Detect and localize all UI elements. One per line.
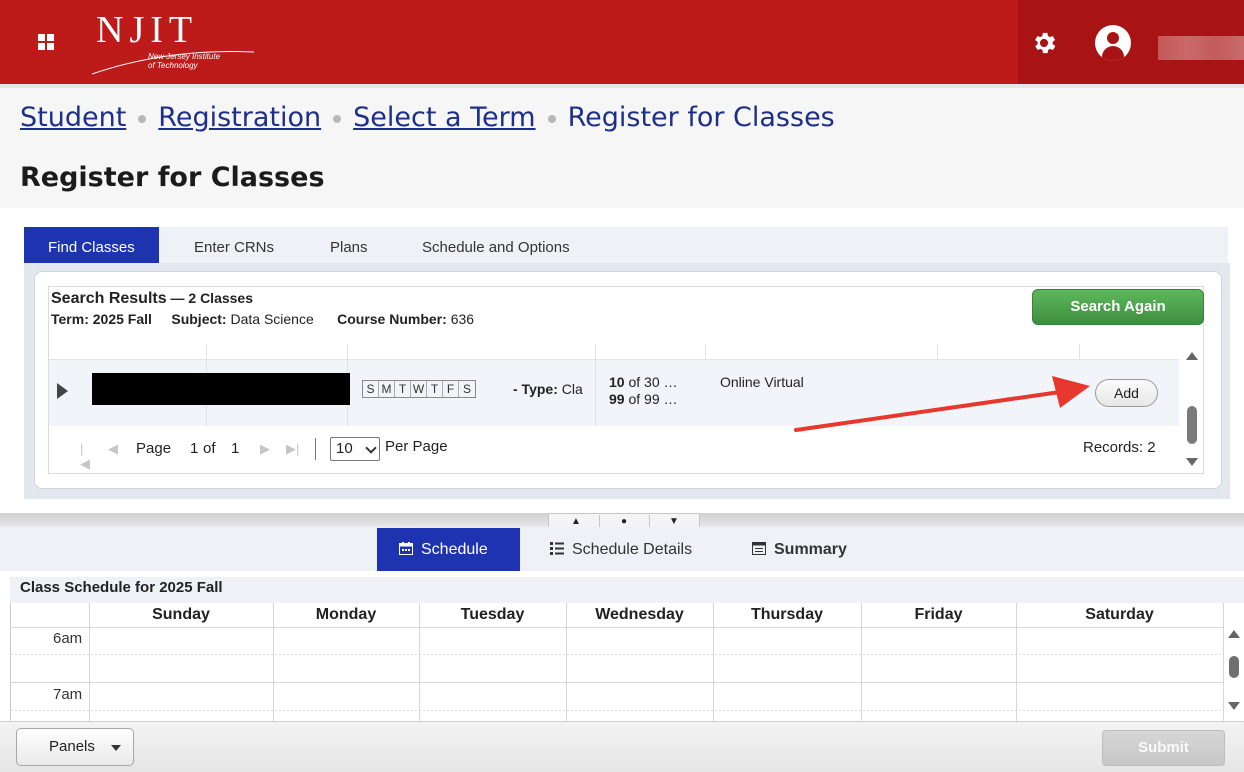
first-page-icon[interactable]: |◀ bbox=[80, 441, 90, 472]
schedule-heading: Class Schedule for 2025 Fall bbox=[10, 577, 1244, 603]
page-total: 1 bbox=[231, 440, 240, 457]
day-sunday: S bbox=[363, 381, 379, 397]
scroll-down-icon[interactable] bbox=[1186, 458, 1198, 466]
waitlist-status: 99 of 99 … bbox=[609, 391, 678, 407]
schedule-scrollbar[interactable] bbox=[1227, 628, 1241, 718]
collapse-down-icon[interactable]: ▼ bbox=[669, 516, 679, 527]
page-current[interactable]: 1 bbox=[190, 440, 198, 457]
calendar-icon bbox=[399, 542, 413, 555]
page-label: Page bbox=[136, 440, 172, 457]
day-monday: M bbox=[379, 381, 395, 397]
apps-grid-icon[interactable] bbox=[38, 34, 54, 50]
page-title: Register for Classes bbox=[20, 162, 325, 193]
collapse-up-icon[interactable]: ▲ bbox=[571, 516, 581, 527]
breadcrumb-select-term[interactable]: Select a Term bbox=[353, 102, 535, 133]
breadcrumb: Student Registration Select a Term Register… bbox=[20, 102, 835, 133]
day-header-thursday: Thursday bbox=[750, 606, 823, 623]
next-page-icon[interactable]: ▶ bbox=[260, 441, 270, 457]
panels-button[interactable]: Panels bbox=[16, 728, 134, 766]
day-saturday: S bbox=[462, 382, 471, 396]
seat-status: 10 of 30 … 99 of 99 … bbox=[609, 374, 678, 408]
breadcrumb-registration[interactable]: Registration bbox=[158, 102, 321, 133]
search-again-button[interactable]: Search Again bbox=[1032, 289, 1204, 325]
day-header-wednesday: Wednesday bbox=[595, 606, 684, 623]
tab-schedule[interactable]: Schedule bbox=[377, 528, 520, 571]
scroll-thumb[interactable] bbox=[1187, 406, 1197, 444]
subject-value: Data Science bbox=[230, 311, 314, 327]
tab-enter-crns[interactable]: Enter CRNs bbox=[194, 227, 274, 263]
search-criteria: Term: 2025 Fall Subject: Data Science Co… bbox=[51, 311, 475, 327]
expand-row-icon[interactable] bbox=[57, 383, 68, 399]
center-split-icon[interactable]: ● bbox=[621, 516, 627, 527]
breadcrumb-student[interactable]: Student bbox=[20, 102, 126, 133]
user-name-redacted bbox=[1158, 36, 1244, 60]
breadcrumb-separator bbox=[138, 114, 147, 123]
tab-find-classes[interactable]: Find Classes bbox=[24, 227, 159, 263]
footer-bar bbox=[0, 721, 1244, 772]
tab-summary[interactable]: Summary bbox=[752, 528, 847, 571]
tab-plans[interactable]: Plans bbox=[330, 227, 368, 263]
scroll-down-icon[interactable] bbox=[1228, 702, 1240, 710]
scroll-thumb[interactable] bbox=[1229, 656, 1239, 678]
day-tuesday: T bbox=[395, 381, 411, 397]
day-header-monday: Monday bbox=[315, 606, 377, 623]
schedule-type: - Type: Cla bbox=[513, 381, 583, 397]
chevron-down-icon bbox=[365, 442, 377, 454]
schedule-calendar: Sunday Monday Tuesday Wednesday Thursday… bbox=[10, 603, 1224, 721]
results-scrollbar[interactable] bbox=[1184, 350, 1200, 468]
add-course-button[interactable]: Add bbox=[1095, 379, 1158, 407]
summary-table-icon bbox=[752, 542, 766, 555]
scroll-up-icon[interactable] bbox=[1186, 352, 1198, 360]
time-label-7am: 7am bbox=[53, 686, 83, 703]
gear-icon[interactable] bbox=[1030, 29, 1058, 57]
term-value: 2025 Fall bbox=[92, 311, 152, 327]
list-icon bbox=[550, 542, 564, 555]
pager-divider bbox=[315, 438, 316, 460]
per-page-label: Per Page bbox=[385, 438, 448, 455]
annotation-arrow-icon bbox=[794, 376, 1090, 432]
per-page-select[interactable]: 10 bbox=[330, 437, 380, 461]
day-thursday: T bbox=[427, 381, 443, 397]
day-header-tuesday: Tuesday bbox=[460, 606, 525, 623]
day-friday: F bbox=[443, 381, 459, 397]
submit-button[interactable]: Submit bbox=[1102, 730, 1225, 766]
results-count: — 2 Classes bbox=[166, 290, 253, 306]
day-header-sunday: Sunday bbox=[152, 606, 210, 623]
seats-available: 10 of 30 … bbox=[609, 374, 678, 390]
day-header-saturday: Saturday bbox=[1085, 606, 1154, 623]
tab-schedule-and-options[interactable]: Schedule and Options bbox=[422, 227, 570, 263]
day-header-friday: Friday bbox=[914, 606, 963, 623]
prev-page-icon[interactable]: ◀ bbox=[108, 441, 118, 457]
course-number-value: 636 bbox=[450, 311, 475, 327]
njit-logo[interactable]: NJIT New Jersey Institute of Technology bbox=[88, 8, 258, 75]
time-label-6am: 6am bbox=[53, 630, 83, 647]
tab-schedule-details[interactable]: Schedule Details bbox=[550, 528, 692, 571]
search-results-title: Search Results — 2 Classes bbox=[51, 290, 253, 307]
page-of-label: of bbox=[203, 440, 216, 457]
scroll-up-icon[interactable] bbox=[1228, 630, 1240, 638]
meeting-days: S M T W T F S bbox=[362, 380, 476, 398]
main-tabs-bar: Find Classes Enter CRNs Plans Schedule a… bbox=[24, 227, 1228, 263]
grid-column-headers bbox=[49, 338, 1179, 360]
caret-down-icon bbox=[111, 745, 121, 751]
breadcrumb-current: Register for Classes bbox=[567, 102, 835, 133]
breadcrumb-separator bbox=[333, 114, 342, 123]
day-wednesday: W bbox=[411, 381, 427, 397]
breadcrumb-separator bbox=[547, 114, 556, 123]
course-title-redacted bbox=[92, 373, 350, 405]
logo-subtitle: New Jersey Institute of Technology bbox=[148, 52, 221, 70]
last-page-icon[interactable]: ▶| bbox=[286, 441, 299, 457]
records-count: Records: 2 bbox=[1083, 439, 1156, 456]
user-avatar-icon[interactable] bbox=[1095, 25, 1131, 61]
